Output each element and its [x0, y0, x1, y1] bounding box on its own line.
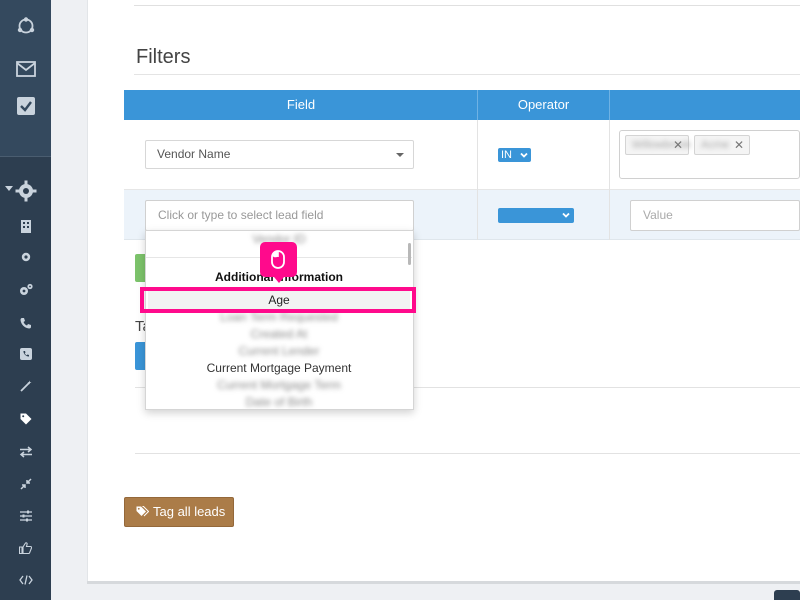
compress-icon[interactable] — [0, 476, 51, 492]
mail-icon[interactable] — [0, 57, 51, 81]
divider — [135, 453, 800, 454]
building-icon[interactable] — [0, 218, 51, 234]
corner-widget[interactable] — [774, 590, 800, 600]
remove-tag-icon[interactable]: ✕ — [673, 136, 683, 154]
operator-select[interactable]: IN — [498, 148, 531, 162]
dropdown-option[interactable]: Current Lender — [146, 343, 412, 360]
tag-label: Acme — [701, 139, 730, 151]
header-field: Field — [286, 97, 316, 112]
page-title: Filters — [136, 46, 191, 68]
tag-icon[interactable] — [0, 411, 51, 427]
field-select-value: Vendor Name — [157, 147, 231, 161]
phone-icon[interactable] — [0, 315, 51, 331]
small-gear-icon[interactable] — [0, 249, 51, 265]
mouse-icon — [271, 250, 285, 269]
tags-icon — [136, 506, 149, 517]
remove-tag-icon[interactable]: ✕ — [734, 136, 744, 154]
value-tag: Willowbrook ✕ — [625, 135, 691, 155]
dropdown-option[interactable]: Created At — [146, 326, 412, 343]
wand-icon[interactable] — [0, 378, 51, 394]
panel-bottom-border — [87, 581, 800, 584]
dropdown-option[interactable]: Date of Birth — [146, 394, 412, 409]
chevron-down-icon — [562, 212, 570, 218]
header-operator: Operator — [517, 97, 570, 112]
lead-field-input[interactable]: Click or type to select lead field — [145, 200, 414, 231]
filters-table-header: Field Operator — [124, 90, 800, 120]
gear-icon[interactable] — [0, 178, 51, 204]
divider — [134, 5, 800, 6]
checkbox-icon[interactable] — [0, 94, 51, 118]
gears-icon[interactable] — [0, 282, 51, 298]
hub-icon[interactable] — [0, 14, 51, 38]
value-tags-input[interactable]: Willowbrook ✕ Acme ✕ — [619, 130, 800, 179]
dropdown-option[interactable]: Current Mortgage Payment — [146, 360, 412, 377]
tag-all-leads-button[interactable]: Tag all leads — [124, 497, 234, 527]
column-separator — [609, 120, 610, 240]
operator-select[interactable] — [498, 208, 574, 223]
dropdown-scrollbar[interactable] — [408, 243, 411, 265]
value-tag: Acme ✕ — [694, 135, 750, 155]
divider — [134, 74, 800, 75]
sidebar — [0, 0, 51, 600]
column-separator — [477, 120, 478, 240]
operator-value: IN — [501, 149, 512, 161]
code-icon[interactable] — [0, 572, 51, 588]
field-select-vendor-name[interactable]: Vendor Name — [145, 140, 414, 169]
caret-down-icon — [396, 153, 404, 157]
selection-highlight — [140, 287, 416, 313]
tag-all-leads-label: Tag all leads — [153, 504, 226, 519]
thumbs-up-icon[interactable] — [0, 540, 51, 556]
dropdown-option[interactable]: Current Mortgage Term — [146, 377, 412, 394]
phone-box-icon[interactable] — [0, 346, 51, 362]
mouse-click-indicator — [260, 242, 297, 283]
sliders-icon[interactable] — [0, 508, 51, 524]
transfer-icon[interactable] — [0, 444, 51, 460]
value-input[interactable]: Value — [630, 200, 800, 231]
header-value — [610, 90, 800, 120]
chevron-down-icon — [520, 152, 528, 158]
